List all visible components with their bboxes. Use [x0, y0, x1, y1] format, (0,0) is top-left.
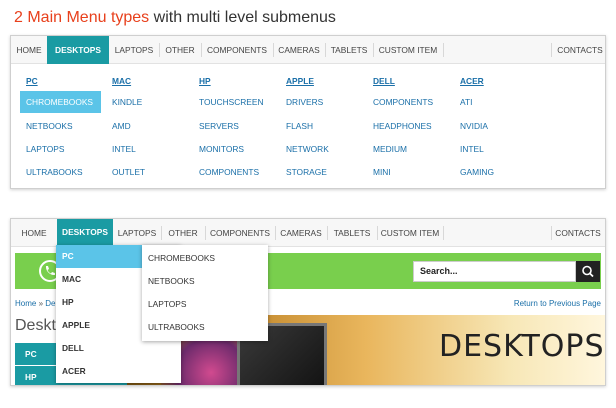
headline: 2 Main Menu types with multi level subme…: [14, 9, 336, 27]
return-link[interactable]: Return to Previous Page: [514, 299, 601, 308]
mega-item[interactable]: ULTRABOOKS: [26, 161, 83, 183]
nav-cameras[interactable]: CAMERAS: [275, 219, 327, 247]
submenu-item-chromebooks[interactable]: CHROMEBOOKS: [142, 247, 268, 270]
mega-item[interactable]: NETWORK: [286, 138, 329, 160]
submenu-item-laptops[interactable]: LAPTOPS: [142, 293, 268, 316]
mega-item[interactable]: MEDIUM: [373, 138, 407, 160]
nav-contacts[interactable]: CONTACTS: [551, 219, 605, 247]
nav-other[interactable]: OTHER: [159, 36, 201, 64]
nav-laptops[interactable]: LAPTOPS: [109, 36, 159, 64]
mega-head-hp[interactable]: HP: [199, 76, 211, 86]
mega-item-chromebooks[interactable]: CHROMEBOOKS: [20, 91, 101, 113]
search-button[interactable]: [576, 261, 600, 282]
mega-item[interactable]: INTEL: [112, 138, 136, 160]
nav-divider: [443, 226, 444, 240]
mega-item[interactable]: MINI: [373, 161, 391, 183]
magnifier-icon: [582, 265, 594, 278]
mega-item[interactable]: KINDLE: [112, 91, 142, 113]
nav-home[interactable]: HOME: [11, 36, 47, 64]
mega-item[interactable]: COMPONENTS: [199, 161, 259, 183]
mega-item[interactable]: ATI: [460, 91, 472, 113]
mega-item[interactable]: AMD: [112, 115, 131, 137]
mega-head-acer[interactable]: ACER: [460, 76, 484, 86]
nav-other[interactable]: OTHER: [161, 219, 205, 247]
main-nav-2: HOME DESKTOPS LAPTOPS OTHER COMPONENTS C…: [11, 219, 605, 247]
mega-head-pc[interactable]: PC: [26, 76, 38, 86]
mega-item[interactable]: INTEL: [460, 138, 484, 160]
dropdown-menu-demo: HOME DESKTOPS LAPTOPS OTHER COMPONENTS C…: [10, 218, 606, 386]
nav-tablets[interactable]: TABLETS: [325, 36, 373, 64]
nav-laptops[interactable]: LAPTOPS: [113, 219, 161, 247]
nav-custom-item[interactable]: CUSTOM ITEM: [373, 36, 443, 64]
banner-title: DESKTOPS: [439, 329, 605, 364]
mega-item[interactable]: NETBOOKS: [26, 115, 73, 137]
nav-cameras[interactable]: CAMERAS: [273, 36, 325, 64]
mega-item[interactable]: LAPTOPS: [26, 138, 64, 160]
mega-head-mac[interactable]: MAC: [112, 76, 131, 86]
mega-item[interactable]: DRIVERS: [286, 91, 323, 113]
dropdown-item-acer[interactable]: ACER: [56, 360, 181, 383]
nav-tablets[interactable]: TABLETS: [327, 219, 377, 247]
nav-contacts[interactable]: CONTACTS: [553, 36, 605, 64]
nav-components[interactable]: COMPONENTS: [201, 36, 273, 64]
headline-rest: with multi level submenus: [149, 9, 336, 26]
mega-head-apple[interactable]: APPLE: [286, 76, 314, 86]
nav-home[interactable]: HOME: [11, 219, 57, 247]
mega-item[interactable]: HEADPHONES: [373, 115, 432, 137]
nav-custom-item[interactable]: CUSTOM ITEM: [377, 219, 443, 247]
submenu-item-ultrabooks[interactable]: ULTRABOOKS: [142, 316, 268, 339]
mega-item[interactable]: TOUCHSCREEN: [199, 91, 264, 113]
mega-item[interactable]: OUTLET: [112, 161, 145, 183]
breadcrumb-home[interactable]: Home: [15, 299, 36, 308]
mega-item[interactable]: NVIDIA: [460, 115, 488, 137]
mega-item[interactable]: SERVERS: [199, 115, 239, 137]
nav-desktops[interactable]: DESKTOPS: [57, 219, 113, 245]
mega-item[interactable]: STORAGE: [286, 161, 327, 183]
breadcrumb-separator: »: [38, 299, 44, 308]
mega-item[interactable]: GAMING: [460, 161, 494, 183]
headline-accent: 2 Main Menu types: [14, 9, 150, 26]
main-nav: HOME DESKTOPS LAPTOPS OTHER COMPONENTS C…: [11, 36, 605, 64]
mega-item[interactable]: FLASH: [286, 115, 313, 137]
nav-components[interactable]: COMPONENTS: [205, 219, 275, 247]
mega-head-dell[interactable]: DELL: [373, 76, 395, 86]
breadcrumb-current[interactable]: De: [45, 299, 55, 308]
submenu-item-netbooks[interactable]: NETBOOKS: [142, 270, 268, 293]
mega-item[interactable]: MONITORS: [199, 138, 244, 160]
mega-item[interactable]: COMPONENTS: [373, 91, 433, 113]
search-input[interactable]: Search...: [413, 261, 576, 282]
nav-divider: [443, 43, 444, 57]
nav-divider: [551, 43, 552, 57]
nav-desktops[interactable]: DESKTOPS: [47, 36, 109, 64]
dropdown-level-2: CHROMEBOOKS NETBOOKS LAPTOPS ULTRABOOKS: [142, 245, 268, 341]
breadcrumb: Home » De: [15, 299, 56, 308]
mega-menu-demo: HOME DESKTOPS LAPTOPS OTHER COMPONENTS C…: [10, 35, 606, 189]
